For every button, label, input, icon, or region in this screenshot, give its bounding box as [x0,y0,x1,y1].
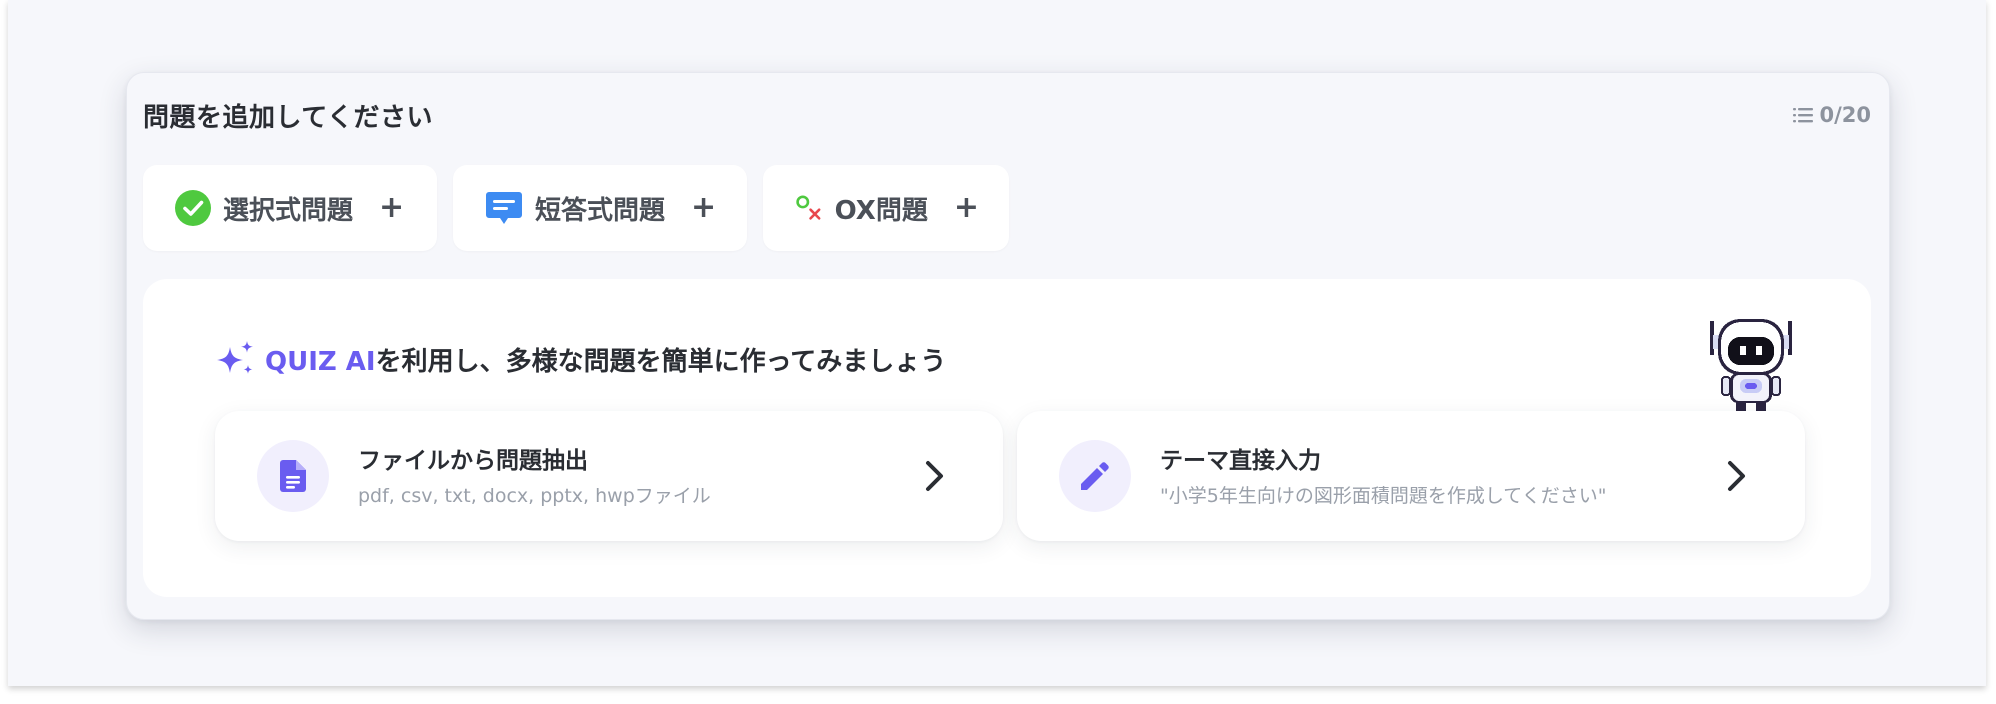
question-count: 0/20 [1819,103,1871,127]
panel-title: 問題を追加してください [143,103,433,133]
robot-mascot [1710,319,1792,411]
theme-direct-input-card[interactable]: テーマ直接入力 "小学5年生向けの図形面積問題を作成してください" [1017,411,1805,541]
option-subtitle: pdf, csv, txt, docx, pptx, hwpファイル [358,485,711,507]
add-short-answer-button[interactable]: 短答式問題 + [453,165,747,251]
page-background: 問題を追加してください 0/20 選択式問題 + 短答式問題 + OX問題 + … [8,0,1986,686]
option-subtitle: "小学5年生向けの図形面積問題を作成してください" [1160,485,1607,507]
list-icon [1793,108,1814,123]
quiz-ai-card: QUIZ AIを利用し、多様な問題を簡単に作ってみましょう ファイルから問題抽出… [143,279,1871,597]
option-title: テーマ直接入力 [1160,448,1321,474]
extract-from-file-card[interactable]: ファイルから問題抽出 pdf, csv, txt, docx, pptx, hw… [215,411,1003,541]
sparkle-icon [217,341,253,374]
ai-headline: QUIZ AIを利用し、多様な問題を簡単に作ってみましょう [215,339,946,379]
question-counter: 0/20 [1793,103,1871,127]
option-title: ファイルから問題抽出 [358,448,588,474]
ai-headline-text: を利用し、多様な問題を簡単に作ってみましょう [375,346,947,377]
chevron-right-icon [1728,461,1745,491]
icon-circle [257,440,329,512]
question-builder-panel: 問題を追加してください 0/20 選択式問題 + 短答式問題 + OX問題 + … [126,72,1890,620]
ai-brand: QUIZ AI [265,346,376,377]
plus-icon: + [953,190,979,225]
ox-icon [796,195,821,220]
pencil-icon [1081,462,1109,490]
plus-icon: + [691,190,717,225]
add-button-label: 選択式問題 [223,195,354,226]
add-ox-button[interactable]: OX問題 + [763,165,1009,251]
add-button-label: 短答式問題 [535,195,666,226]
add-button-label: OX問題 [834,195,928,226]
add-question-buttons: 選択式問題 + 短答式問題 + OX問題 + [143,165,1009,251]
check-circle-icon [175,190,211,226]
document-icon [280,460,306,492]
chevron-right-icon [926,461,943,491]
add-multiple-choice-button[interactable]: 選択式問題 + [143,165,437,251]
plus-icon: + [379,190,405,225]
icon-circle [1059,440,1131,512]
chat-bubble-icon [486,192,522,224]
